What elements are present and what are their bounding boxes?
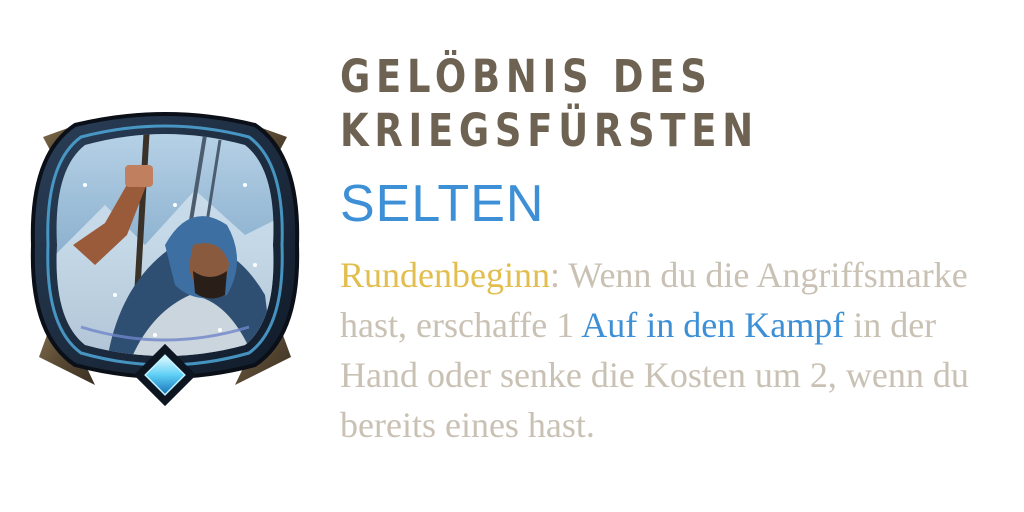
card-title-line-2: KRIEGSFÜRSTEN: [340, 104, 759, 157]
card-icon-frame: [15, 95, 315, 415]
card-description: Rundenbeginn: Wenn du die Angriffsmarke …: [340, 250, 1000, 450]
rarity-label: SELTEN: [340, 175, 545, 233]
description-colon: :: [549, 255, 560, 295]
card-link-auf-in-den-kampf[interactable]: Auf in den Kampf: [581, 305, 844, 345]
warrior-portrait-icon: [30, 112, 300, 407]
keyword-round-start: Rundenbeginn: [340, 255, 550, 295]
card-title: GELÖBNIS DES KRIEGSFÜRSTEN: [340, 50, 898, 158]
card-title-line-1: GELÖBNIS DES: [340, 50, 713, 103]
